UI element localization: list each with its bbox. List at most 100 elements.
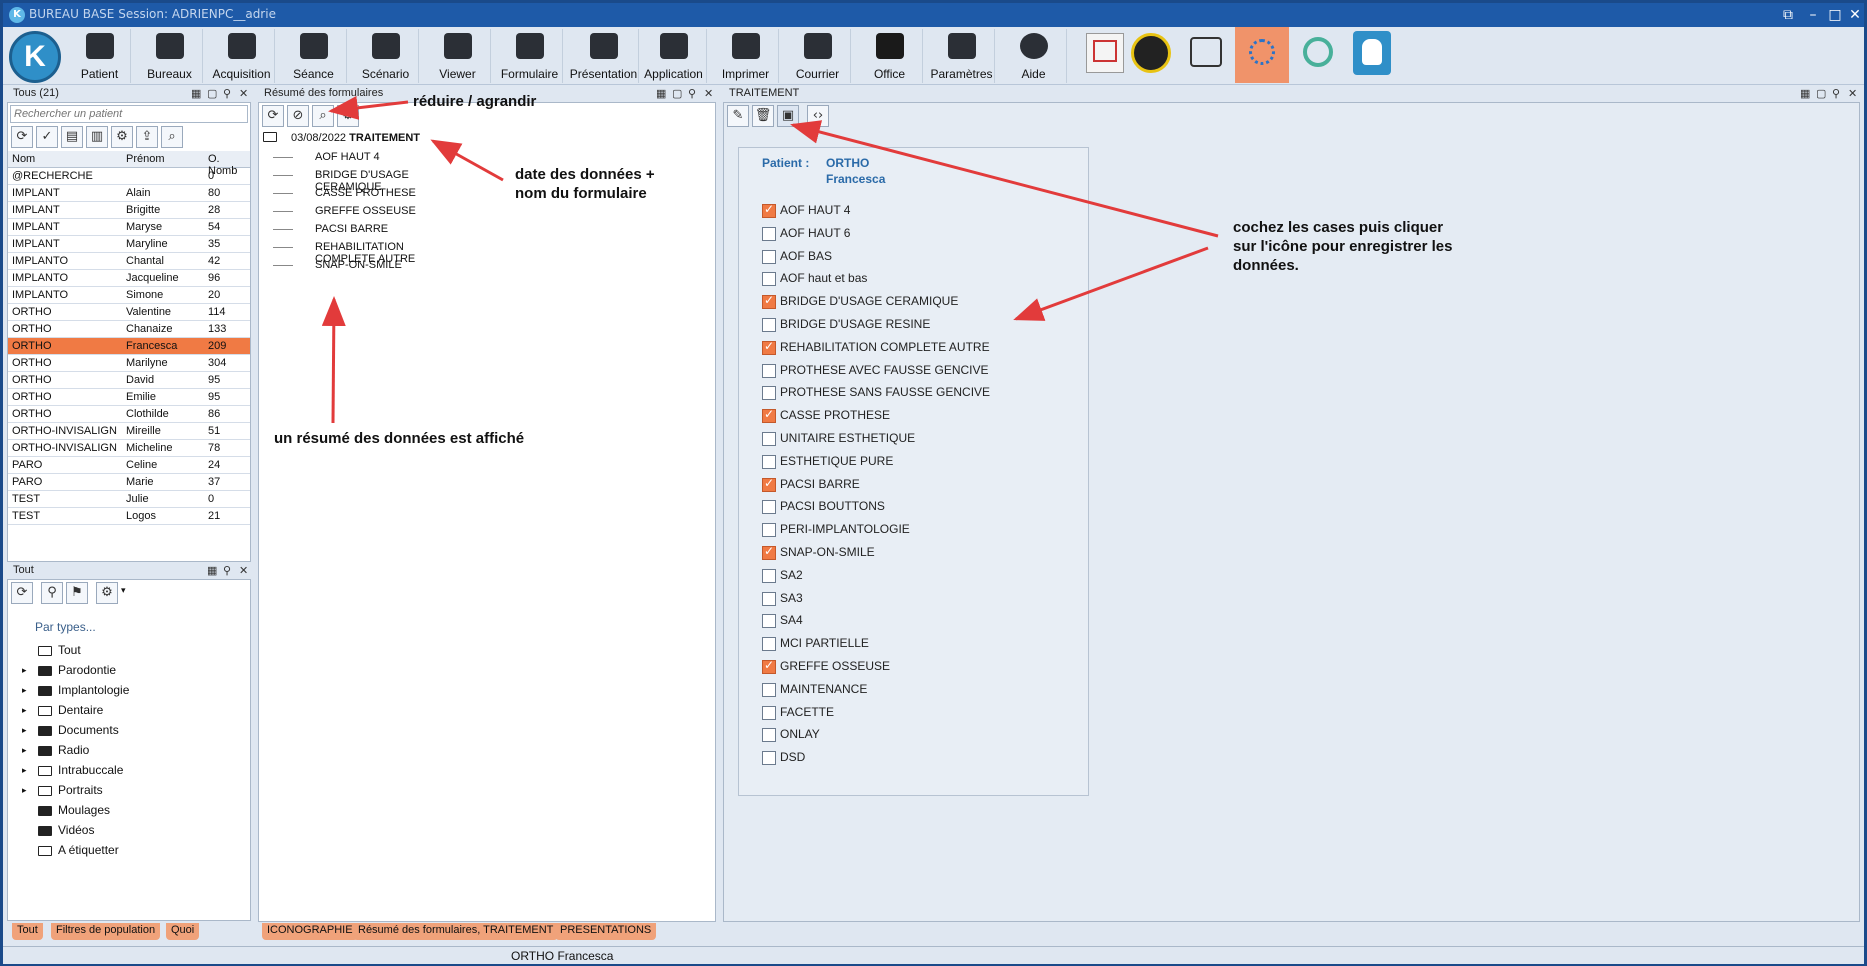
forms-tree-root[interactable]: 03/08/2022 TRAITEMENT (263, 132, 420, 149)
treatment-checkbox[interactable] (762, 523, 776, 538)
expand-arrow-icon[interactable]: ▸ (22, 745, 27, 756)
patient-row[interactable]: ORTHO Clothilde 86 (8, 406, 250, 423)
patient-row[interactable]: IMPLANT Brigitte 28 (8, 202, 250, 219)
refresh-icon[interactable]: ⟳ (11, 582, 33, 604)
toolbar-button-camera[interactable]: Séance (281, 29, 347, 83)
treatment-checkbox[interactable] (762, 386, 776, 401)
treatment-checkbox-label[interactable]: AOF BAS (780, 249, 832, 263)
toolbar-button-gear[interactable]: Paramètres (929, 29, 995, 83)
users-gear-icon[interactable]: ⚙ (111, 126, 133, 148)
close-icon[interactable]: ✕ (239, 87, 248, 100)
toolbar-button-info[interactable]: Aide (1001, 29, 1067, 83)
export-icon[interactable]: ⇪ (136, 126, 158, 148)
bottom-tab[interactable]: Résumé des formulaires, TRAITEMENT (353, 923, 559, 940)
treatment-checkbox[interactable] (762, 226, 776, 241)
expand-arrow-icon[interactable]: ▸ (22, 725, 27, 736)
bottom-tab[interactable]: Quoi (166, 923, 200, 940)
treatment-checkbox[interactable] (762, 544, 776, 560)
type-item[interactable]: ▸ Portraits (18, 782, 238, 802)
window-icon[interactable]: ▢ (207, 87, 217, 100)
pin-icon[interactable]: ⚲ (1832, 87, 1840, 100)
maximize-window-icon[interactable]: □ (1825, 5, 1845, 25)
search-icon[interactable]: ⌕ (312, 105, 334, 127)
patient-row[interactable]: ORTHO Francesca 209 (8, 338, 250, 355)
col-nom[interactable]: Nom (12, 153, 35, 165)
treatment-checkbox-label[interactable]: SA3 (780, 591, 803, 605)
fse-app-icon[interactable] (1086, 33, 1124, 73)
minimize-window-icon[interactable]: – (1803, 5, 1823, 25)
toolbar-button-presentation[interactable]: Présentation (569, 29, 639, 83)
grid-icon[interactable]: ▦ (656, 87, 666, 100)
patient-row[interactable]: PARO Celine 24 (8, 457, 250, 474)
toolbar-button-grid-app[interactable]: Application (641, 29, 707, 83)
patient-row[interactable]: ORTHO David 95 (8, 372, 250, 389)
save-icon[interactable]: ▣ (777, 105, 799, 127)
patient-row[interactable]: IMPLANTO Chantal 42 (8, 253, 250, 270)
treatment-checkbox-label[interactable]: DSD (780, 750, 805, 764)
form-field-item[interactable]: PACSI BARRE (263, 221, 420, 239)
patient-row[interactable]: @RECHERCHE 0 (8, 168, 250, 185)
active-app-icon[interactable] (1235, 27, 1289, 83)
treatment-checkbox[interactable] (762, 318, 776, 332)
type-item[interactable]: ▸ Parodontie (18, 662, 238, 682)
treatment-checkbox[interactable] (762, 614, 776, 629)
grid-icon[interactable]: ▦ (207, 564, 217, 577)
expand-arrow-icon[interactable]: ▸ (22, 665, 27, 676)
grid-icon[interactable]: ▦ (191, 87, 201, 100)
type-item[interactable]: ▸ Implantologie (18, 682, 238, 702)
close-window-icon[interactable]: ✕ (1845, 5, 1865, 25)
treatment-checkbox-label[interactable]: SNAP-ON-SMILE (780, 545, 875, 559)
close-icon[interactable]: ✕ (704, 87, 713, 100)
pin-icon[interactable]: ⚲ (688, 87, 696, 100)
bottom-tab[interactable]: PRESENTATIONS (555, 923, 657, 940)
form-field-item[interactable]: GREFFE OSSEUSE (263, 203, 420, 221)
patient-row[interactable]: TEST Julie 0 (8, 491, 250, 508)
expand-arrow-icon[interactable]: ▸ (22, 685, 27, 696)
treatment-checkbox-label[interactable]: PERI-IMPLANTOLOGIE (780, 522, 910, 536)
treatment-checkbox[interactable] (762, 568, 776, 583)
toolbar-button-scenario[interactable]: Scénario (353, 29, 419, 83)
patient-search-input[interactable] (10, 105, 248, 123)
treatment-checkbox[interactable] (762, 591, 776, 606)
patient-row[interactable]: ORTHO Valentine 114 (8, 304, 250, 321)
toolbar-button-user-plus[interactable]: Patient (69, 29, 131, 83)
grid-icon[interactable]: ▦ (1800, 87, 1810, 100)
form-field-item[interactable]: CASSE PROTHESE (263, 185, 420, 203)
treatment-checkbox-label[interactable]: BRIDGE D'USAGE RESINE (780, 317, 930, 331)
type-item[interactable]: ▸ Dentaire (18, 702, 238, 722)
tooth-app-icon[interactable] (1353, 31, 1391, 75)
toolbar-button-clipboard[interactable]: Formulaire (497, 29, 563, 83)
camera-box-icon[interactable] (1190, 37, 1222, 67)
treatment-checkbox[interactable] (762, 293, 776, 310)
treatment-checkbox[interactable] (762, 637, 776, 652)
patient-row[interactable]: ORTHO Emilie 95 (8, 389, 250, 406)
patient-row[interactable]: IMPLANT Maryline 35 (8, 236, 250, 253)
treatment-checkbox-label[interactable]: CASSE PROTHESE (780, 408, 890, 422)
patient-row[interactable]: IMPLANTO Simone 20 (8, 287, 250, 304)
toolbar-button-acquisition[interactable]: Acquisition (209, 29, 275, 83)
k-logo[interactable]: K (9, 31, 61, 83)
window-icon[interactable]: ▢ (672, 87, 682, 100)
check-circle-icon[interactable]: ✓ (36, 126, 58, 148)
treatment-checkbox-label[interactable]: AOF HAUT 4 (780, 203, 850, 217)
patient-row[interactable]: IMPLANT Alain 80 (8, 185, 250, 202)
treatment-checkbox[interactable] (762, 682, 776, 697)
form-field-item[interactable]: SNAP-ON-SMILE (263, 257, 420, 275)
treatment-checkbox[interactable] (762, 751, 776, 766)
card-icon[interactable]: ▤ (61, 126, 83, 148)
patient-row[interactable]: ORTHO-INVISALIGN Micheline 78 (8, 440, 250, 457)
gear-icon[interactable]: ⚙ (337, 105, 359, 127)
refresh-icon[interactable]: ⟳ (11, 126, 33, 148)
form-field-item[interactable]: AOF HAUT 4 (263, 149, 420, 167)
treatment-checkbox-label[interactable]: PACSI BARRE (780, 477, 860, 491)
refresh-icon[interactable]: ⟳ (262, 105, 284, 127)
treatment-checkbox-label[interactable]: REHABILITATION COMPLETE AUTRE (780, 340, 990, 354)
treatment-checkbox-label[interactable]: ESTHETIQUE PURE (780, 454, 893, 468)
close-icon[interactable]: ✕ (239, 564, 248, 577)
card-edit-icon[interactable]: ▥ (86, 126, 108, 148)
toolbar-button-viewer[interactable]: Viewer (425, 29, 491, 83)
treatment-checkbox-label[interactable]: MCI PARTIELLE (780, 636, 869, 650)
treatment-checkbox[interactable] (762, 363, 776, 378)
treatment-checkbox-label[interactable]: PACSI BOUTTONS (780, 499, 885, 513)
patient-row[interactable]: IMPLANTO Jacqueline 96 (8, 270, 250, 287)
